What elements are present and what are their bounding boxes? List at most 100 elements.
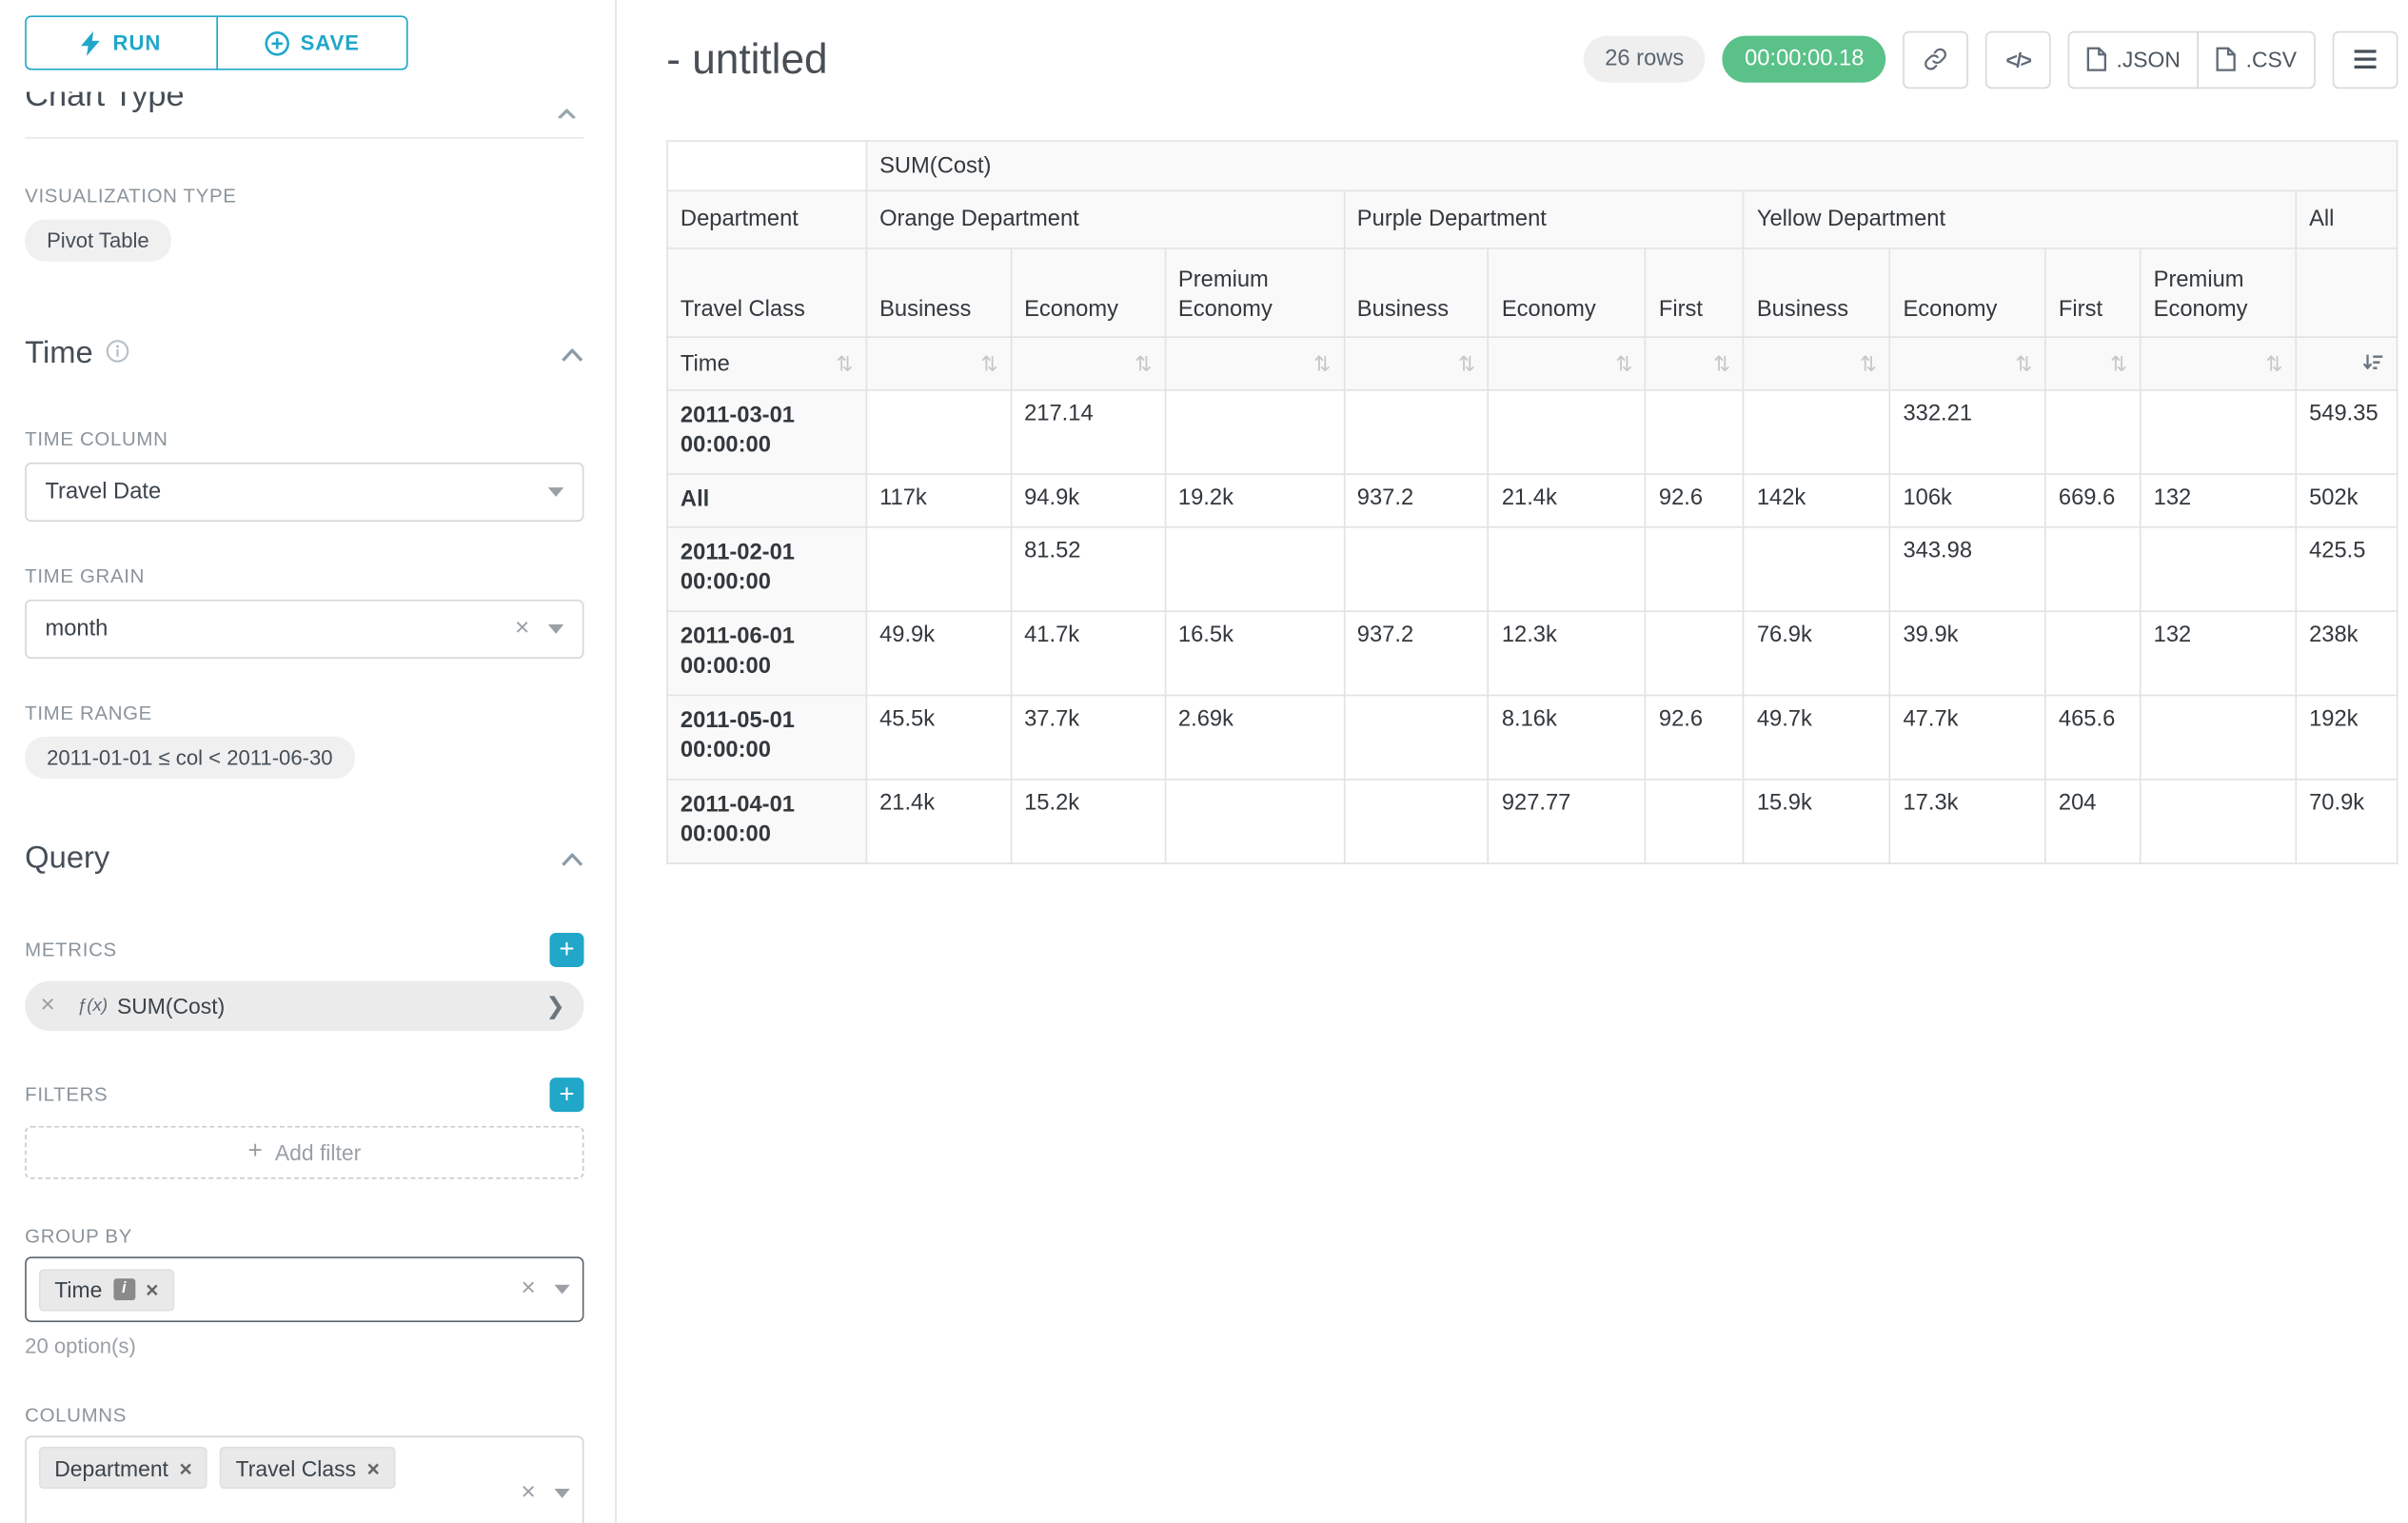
query-timer-badge: 00:00:00.18 (1723, 36, 1885, 83)
pivot-value-cell (866, 390, 1011, 474)
sort-toggle-icon[interactable]: ⇅ (836, 353, 853, 373)
pivot-group-header: Purple Department (1344, 190, 1744, 248)
sort-toggle-icon[interactable]: ⇅ (1860, 353, 1877, 373)
add-filter-button[interactable]: + Add filter (25, 1126, 583, 1179)
remove-chip-icon[interactable]: × (179, 1455, 191, 1480)
add-filter-plus-button[interactable]: + (550, 1078, 584, 1112)
pivot-value-cell (2045, 611, 2141, 695)
clear-icon[interactable]: × (512, 1277, 545, 1302)
chevron-down-icon (548, 487, 563, 497)
pivot-value-cell (1165, 780, 1344, 863)
columns-select[interactable]: Department × Travel Class × × (25, 1435, 583, 1523)
pivot-subcolumn-header: Premium Economy (1165, 248, 1344, 337)
save-button[interactable]: SAVE (216, 15, 407, 69)
sort-toggle-icon[interactable]: ⇅ (980, 353, 997, 373)
metric-name: SUM(Cost) (117, 994, 225, 1019)
columns-label: COLUMNS (25, 1405, 583, 1427)
pivot-value-cell (1344, 390, 1489, 474)
pivot-group-header: All (2296, 190, 2397, 248)
hamburger-menu-icon (2353, 49, 2378, 70)
export-json-button[interactable]: .JSON (2068, 30, 2200, 89)
pivot-value-cell (2045, 390, 2141, 474)
pivot-value-cell: 132 (2141, 611, 2296, 695)
pivot-row-label: 2011-02-01 00:00:00 (667, 527, 866, 611)
pivot-subcolumn-header: Economy (1489, 248, 1646, 337)
sort-toggle-icon[interactable]: ⇅ (2015, 353, 2032, 373)
sort-toggle-icon[interactable]: ⇅ (2265, 353, 2282, 373)
export-csv-button[interactable]: .CSV (2198, 30, 2316, 89)
view-query-button[interactable]: </> (1985, 30, 2051, 89)
chart-type-section-header[interactable]: Chart Type (25, 92, 583, 120)
pivot-value-cell (1744, 390, 1890, 474)
pivot-value-cell: 37.7k (1011, 695, 1165, 779)
pivot-value-cell: 332.21 (1890, 390, 2045, 474)
chevron-up-icon[interactable] (561, 340, 584, 367)
pivot-value-cell: 117k (866, 474, 1011, 527)
pivot-row-label: 2011-06-01 00:00:00 (667, 611, 866, 695)
pivot-value-cell: 142k (1744, 474, 1890, 527)
pivot-value-cell: 47.7k (1890, 695, 2045, 779)
pivot-corner-cell (667, 141, 866, 190)
export-csv-label: .CSV (2246, 47, 2297, 71)
pivot-subdimension-label: Travel Class (667, 248, 866, 337)
viz-type-label: VISUALIZATION TYPE (25, 186, 583, 208)
query-section-header[interactable]: Query (25, 841, 583, 877)
row-count-badge: 26 rows (1583, 36, 1706, 83)
sort-toggle-icon[interactable]: ⇅ (2110, 353, 2127, 373)
metrics-label: METRICS (25, 940, 117, 961)
viz-type-pill[interactable]: Pivot Table (25, 220, 170, 262)
remove-metric-icon[interactable]: × (41, 994, 65, 1019)
remove-chip-icon[interactable]: × (146, 1277, 158, 1302)
columns-chip-label: Department (54, 1455, 168, 1480)
sort-toggle-icon[interactable]: ⇅ (1135, 353, 1152, 373)
pivot-subcolumn-header: First (1646, 248, 1744, 337)
chevron-down-icon (554, 1285, 569, 1295)
run-save-button-group: RUN SAVE (25, 15, 583, 69)
sort-toggle-icon[interactable]: ⇅ (1615, 353, 1632, 373)
pivot-row-label: 2011-04-01 00:00:00 (667, 780, 866, 863)
sort-toggle-icon[interactable]: ⇅ (1713, 353, 1730, 373)
run-button[interactable]: RUN (25, 15, 218, 69)
metric-pill[interactable]: × ƒ(x) SUM(Cost) ❯ (25, 981, 583, 1031)
pivot-metric-header: SUM(Cost) (866, 141, 2397, 190)
pivot-value-cell: 204 (2045, 780, 2141, 863)
clear-icon[interactable]: × (505, 617, 539, 642)
pivot-value-cell: 192k (2296, 695, 2397, 779)
pivot-subcolumn-header: Premium Economy (2141, 248, 2296, 337)
add-filter-label: Add filter (275, 1140, 361, 1165)
pivot-value-cell: 937.2 (1344, 611, 1489, 695)
pivot-subcolumn-header: Economy (1890, 248, 2045, 337)
pivot-value-cell: 2.69k (1165, 695, 1344, 779)
chart-title[interactable]: - untitled (666, 35, 827, 84)
chart-menu-button[interactable] (2333, 30, 2398, 89)
time-section-header[interactable]: Time (25, 336, 583, 372)
time-range-pill[interactable]: 2011-01-01 ≤ col < 2011-06-30 (25, 737, 354, 779)
pivot-value-cell: 92.6 (1646, 695, 1744, 779)
pivot-value-cell: 21.4k (1489, 474, 1646, 527)
export-button-group: .JSON .CSV (2068, 30, 2316, 89)
pivot-value-cell (1344, 527, 1489, 611)
copy-link-button[interactable] (1903, 30, 1968, 89)
time-grain-select[interactable]: month × (25, 600, 583, 659)
pivot-table: SUM(Cost)DepartmentOrange DepartmentPurp… (666, 140, 2398, 864)
chevron-up-icon[interactable] (561, 845, 584, 873)
remove-chip-icon[interactable]: × (366, 1455, 379, 1480)
time-column-select[interactable]: Travel Date (25, 463, 583, 522)
pivot-data-row: 2011-04-01 00:00:0021.4k15.2k927.7715.9k… (667, 780, 2398, 863)
chart-header: - untitled 26 rows 00:00:00.18 </> .JSON (666, 28, 2398, 89)
sort-toggle-icon[interactable]: ⇅ (1458, 353, 1475, 373)
pivot-value-cell (2141, 527, 2296, 611)
file-icon (2217, 47, 2237, 71)
pivot-value-cell (2141, 695, 2296, 779)
sort-desc-active-icon[interactable] (2362, 351, 2384, 376)
pivot-value-cell (1489, 390, 1646, 474)
pivot-sort-cell: ⇅ (1890, 337, 2045, 390)
group-by-select[interactable]: Time i × × (25, 1256, 583, 1322)
clear-icon[interactable]: × (512, 1481, 545, 1506)
caret-right-icon[interactable]: ❯ (545, 992, 565, 1019)
pivot-value-cell: 45.5k (866, 695, 1011, 779)
add-metric-button[interactable]: + (550, 933, 584, 967)
chart-area: - untitled 26 rows 00:00:00.18 </> .JSON (618, 0, 2407, 1523)
pivot-group-header: Orange Department (866, 190, 1344, 248)
sort-toggle-icon[interactable]: ⇅ (1313, 353, 1331, 373)
